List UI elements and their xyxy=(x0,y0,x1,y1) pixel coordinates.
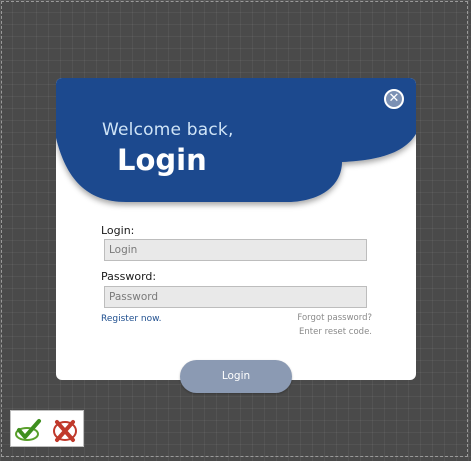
welcome-text: Welcome back, xyxy=(102,120,234,140)
header-wave-shape xyxy=(56,78,416,202)
dialog-body: Welcome back, Login Login: Password: Reg… xyxy=(56,78,416,380)
cross-icon[interactable] xyxy=(51,416,79,444)
login-submit-button[interactable]: Login xyxy=(180,360,292,393)
password-input[interactable] xyxy=(104,286,367,308)
forgot-password-link[interactable]: Forgot password? xyxy=(297,313,372,323)
checkmark-icon[interactable] xyxy=(14,416,42,444)
action-tray xyxy=(10,410,84,447)
dialog-title: Login xyxy=(117,143,207,177)
close-button[interactable]: ✕ xyxy=(384,89,404,109)
login-input[interactable] xyxy=(104,239,367,261)
register-link[interactable]: Register now. xyxy=(101,314,162,324)
enter-reset-code-link[interactable]: Enter reset code. xyxy=(299,327,372,337)
password-field-label: Password: xyxy=(101,270,157,283)
login-field-label: Login: xyxy=(101,224,135,237)
close-icon: ✕ xyxy=(388,91,400,106)
login-dialog: Welcome back, Login Login: Password: Reg… xyxy=(56,78,416,393)
